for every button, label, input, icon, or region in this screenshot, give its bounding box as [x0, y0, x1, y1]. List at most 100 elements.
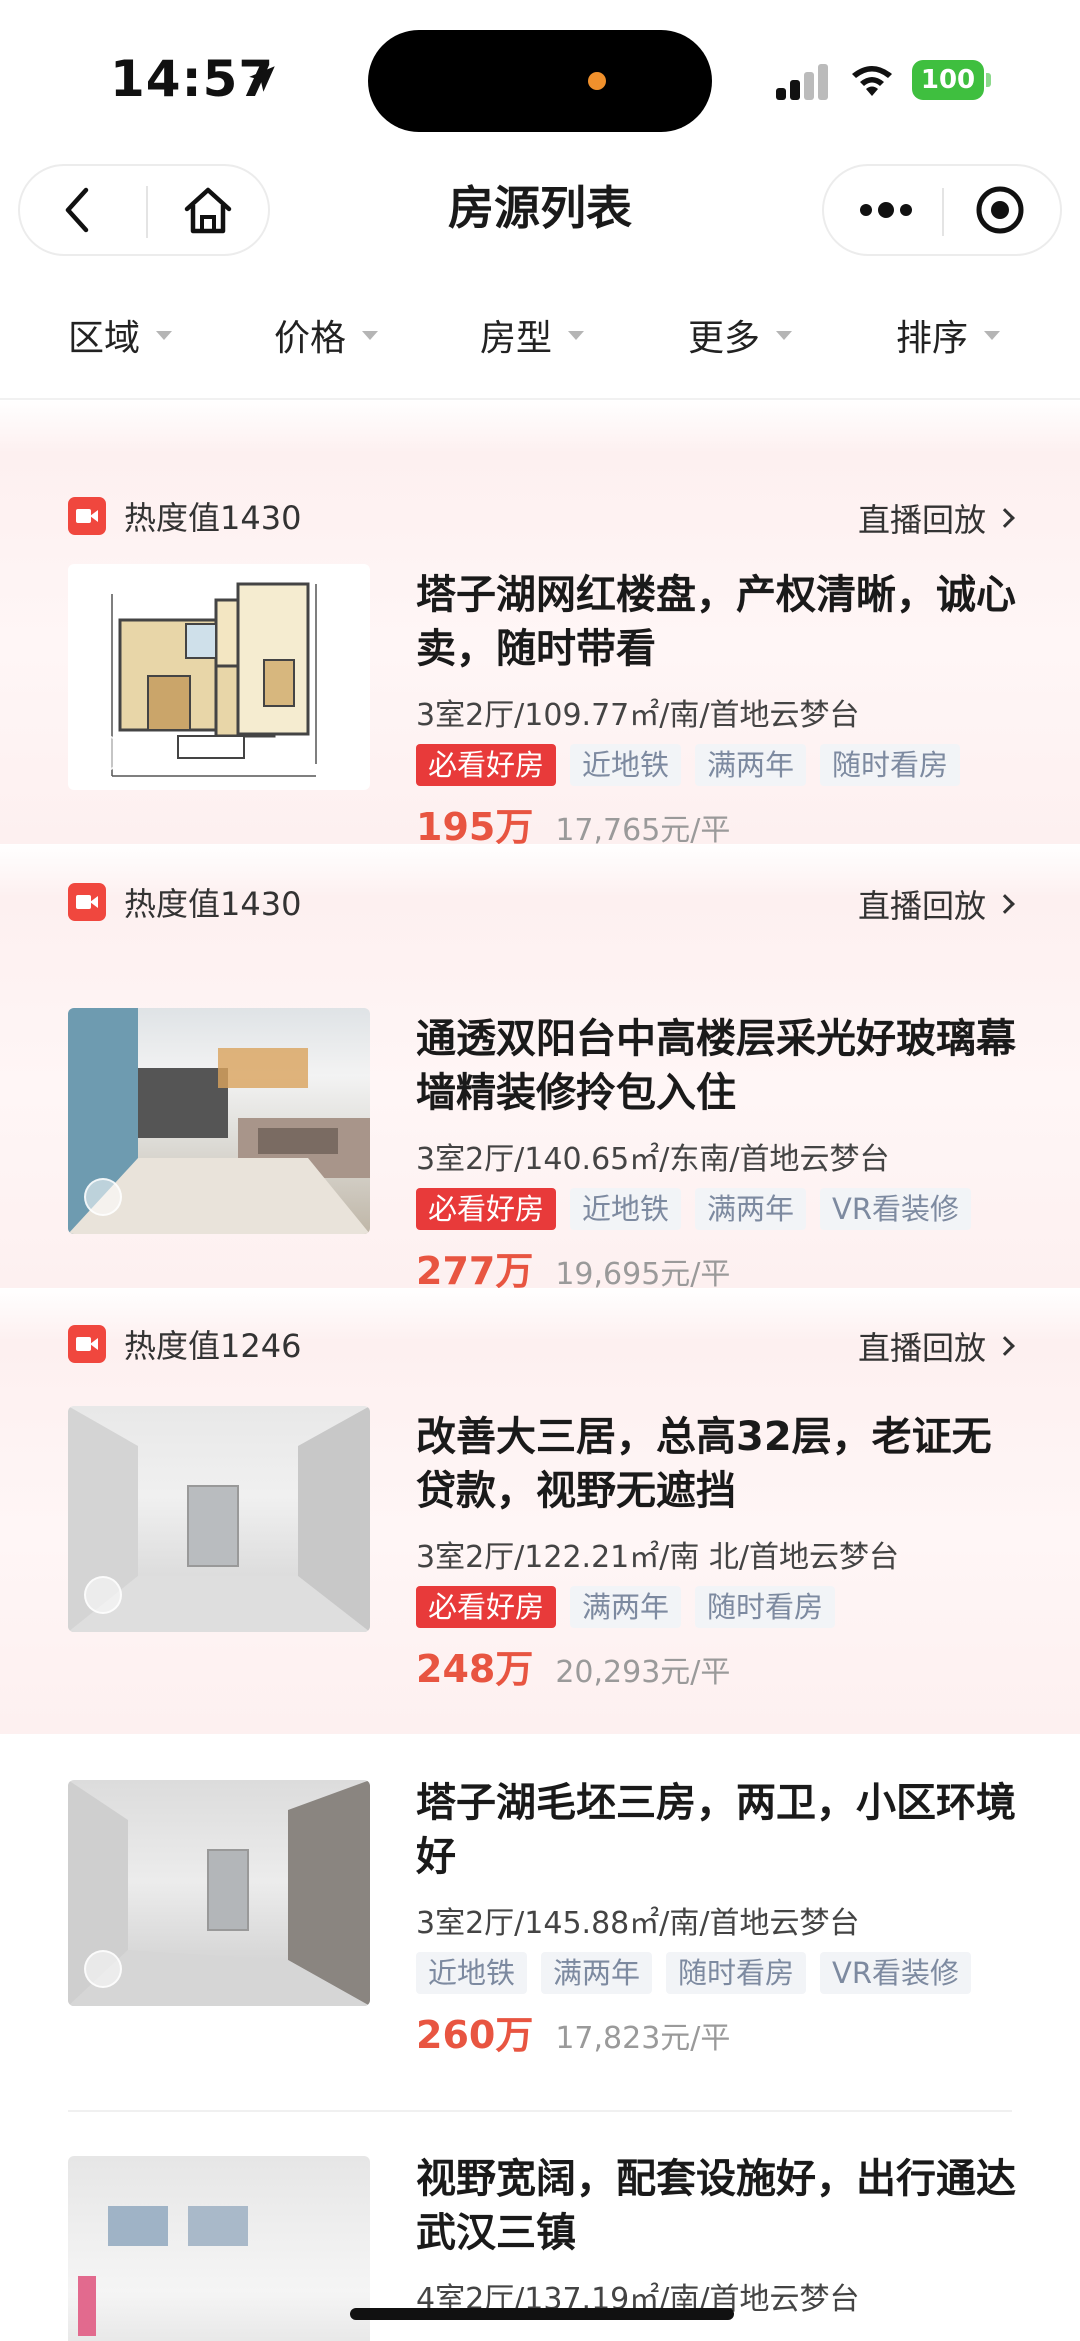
live-video-icon: [68, 497, 106, 535]
total-price: 260万: [416, 2013, 534, 2057]
listing-title: 通透双阳台中高楼层采光好玻璃幕墙精装修拎包入住: [416, 1016, 1016, 1116]
filter-label: 房型: [480, 318, 553, 359]
listing-title: 塔子湖网红楼盘，产权清晰，诚心卖，随时带看: [416, 572, 1016, 672]
price-row: 248万 20,293元/平: [416, 1638, 730, 1693]
caret-down-icon: [984, 330, 1001, 340]
tag: 随时看房: [695, 1586, 836, 1628]
replay-label: 直播回放: [857, 501, 986, 539]
location-arrow-icon: [249, 66, 275, 92]
listing-meta: 3室2厅/109.77㎡/南/首地云梦台: [416, 698, 860, 733]
listing-image[interactable]: [68, 1406, 370, 1632]
heat-value: 热度值1246: [124, 1327, 302, 1365]
filter-label: 排序: [896, 318, 969, 359]
caret-down-icon: [776, 330, 793, 340]
tag: 满两年: [695, 744, 807, 786]
caret-down-icon: [156, 330, 173, 340]
chevron-right-icon: [995, 508, 1015, 528]
filter-region[interactable]: 区域: [68, 290, 173, 380]
filter-more[interactable]: 更多: [688, 290, 793, 380]
price-row: 277万 19,695元/平: [416, 1240, 730, 1295]
wifi-icon: [852, 66, 892, 96]
heat-badge: 热度值1430: [68, 882, 302, 923]
filter-label: 更多: [688, 318, 761, 359]
tag-list: 必看好房 近地铁 满两年 随时看房: [416, 744, 961, 786]
listing-image[interactable]: [68, 564, 370, 790]
listing-card[interactable]: 热度值1430 直播回放 通透双阳台中高楼层采光好玻璃幕墙精装修拎包入住 3室2…: [0, 844, 1080, 1293]
tag: 随时看房: [666, 1952, 807, 1994]
close-miniprogram-button[interactable]: [962, 178, 1038, 242]
tag: 近地铁: [416, 1952, 528, 1994]
listing-image[interactable]: [68, 1780, 370, 2006]
listing-title: 视野宽阔，配套设施好，出行通达武汉三镇: [416, 2156, 1016, 2256]
caret-down-icon: [568, 330, 585, 340]
live-replay-link[interactable]: 直播回放: [857, 884, 1015, 925]
back-button[interactable]: [40, 178, 116, 242]
total-price: 277万: [416, 1249, 534, 1293]
listing-meta: 3室2厅/140.65㎡/东南/首地云梦台: [416, 1142, 890, 1177]
unit-price: 17,765元/平: [555, 813, 731, 848]
listing-meta: 3室2厅/145.88㎡/南/首地云梦台: [416, 1906, 860, 1941]
filter-bar: 区域 价格 房型 更多 排序: [0, 290, 1080, 380]
tag: 满两年: [570, 1586, 682, 1628]
unit-price: 17,823元/平: [555, 2021, 731, 2056]
home-indicator[interactable]: [350, 2308, 734, 2320]
tag-list: 必看好房 满两年 随时看房: [416, 1586, 836, 1628]
divider: [68, 2110, 1012, 2112]
panorama-icon: [84, 1950, 122, 1988]
listing-title: 改善大三居，总高32层，老证无贷款，视野无遮挡: [416, 1414, 992, 1514]
tag: 满两年: [695, 1188, 807, 1230]
filter-sort[interactable]: 排序: [896, 290, 1001, 380]
unit-price: 19,695元/平: [555, 1257, 731, 1292]
tag-list: 必看好房 近地铁 满两年 VR看装修: [416, 1188, 972, 1230]
heat-value: 热度值1430: [124, 885, 302, 923]
listing-card[interactable]: 热度值1430 直播回放 塔子湖网红楼盘，产权清晰，诚心卖，随时带看 3室2厅/…: [0, 400, 1080, 849]
panorama-icon: [84, 734, 122, 772]
panorama-icon: [84, 1576, 122, 1614]
tag: 满两年: [541, 1952, 653, 1994]
tag-list: 近地铁 满两年 随时看房 VR看装修: [416, 1952, 972, 1994]
caret-down-icon: [362, 330, 379, 340]
battery-level: 100: [912, 60, 984, 100]
more-options-button[interactable]: [846, 178, 926, 242]
dynamic-island: [368, 30, 712, 132]
tag: 近地铁: [570, 1188, 682, 1230]
home-button[interactable]: [170, 178, 246, 242]
tag: 随时看房: [820, 744, 961, 786]
filter-price[interactable]: 价格: [274, 290, 379, 380]
price-row: 195万 17,765元/平: [416, 796, 730, 851]
tag: 必看好房: [416, 744, 557, 786]
unit-price: 20,293元/平: [555, 1655, 731, 1690]
replay-label: 直播回放: [857, 887, 986, 925]
tag: 必看好房: [416, 1188, 557, 1230]
tag: 近地铁: [570, 744, 682, 786]
back-chevron-icon: [65, 187, 89, 233]
panorama-icon: [84, 1178, 122, 1216]
chevron-right-icon: [995, 1336, 1015, 1356]
chevron-right-icon: [995, 894, 1015, 914]
live-replay-link[interactable]: 直播回放: [857, 498, 1015, 539]
heat-value: 热度值1430: [124, 499, 302, 537]
filter-layout[interactable]: 房型: [480, 290, 585, 380]
filter-label: 区域: [68, 318, 141, 359]
filter-label: 价格: [274, 318, 347, 359]
live-video-icon: [68, 883, 106, 921]
total-price: 195万: [416, 805, 534, 849]
tag: VR看装修: [820, 1952, 972, 1994]
listing-card[interactable]: 塔子湖毛坯三房，两卫，小区环境好 3室2厅/145.88㎡/南/首地云梦台 近地…: [0, 1734, 1080, 2114]
room-photo: [78, 2206, 248, 2336]
status-bar: 14:57 100: [0, 0, 1080, 150]
listing-image[interactable]: [68, 2156, 370, 2341]
live-video-icon: [68, 1325, 106, 1363]
replay-label: 直播回放: [857, 1329, 986, 1367]
camera-indicator-icon: [588, 72, 606, 90]
page-title: 房源列表: [448, 181, 632, 235]
price-row: 260万 17,823元/平: [416, 2004, 730, 2059]
listing-image[interactable]: [68, 1008, 370, 1234]
listing-card[interactable]: 视野宽阔，配套设施好，出行通达武汉三镇 4室2厅/137.19㎡/南/首地云梦台: [0, 2114, 1080, 2341]
target-circle-icon: [976, 186, 1024, 234]
home-icon: [184, 187, 232, 234]
listing-card[interactable]: 热度值1246 直播回放 改善大三居，总高32层，老证无贷款，视野无遮挡 3室2…: [0, 1288, 1080, 1734]
live-replay-link[interactable]: 直播回放: [857, 1326, 1015, 1367]
battery-icon: 100: [912, 60, 992, 100]
heat-badge: 热度值1246: [68, 1324, 302, 1365]
